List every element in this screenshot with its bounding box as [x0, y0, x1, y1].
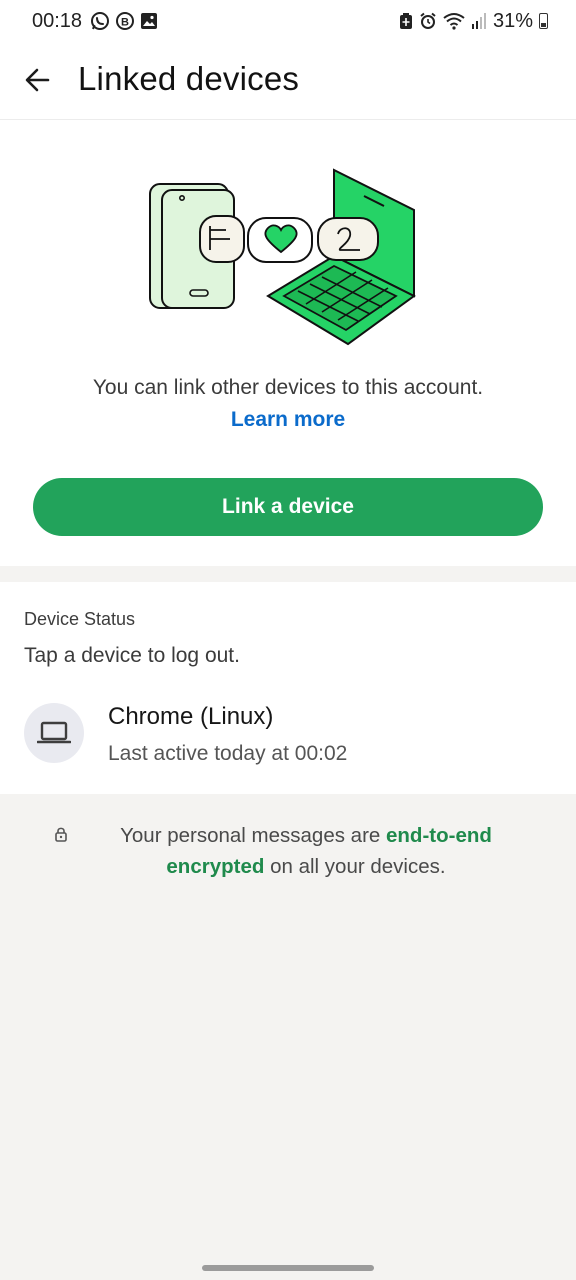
link-description: You can link other devices to this accou… [92, 376, 484, 399]
encryption-notice: Your personal messages are end-to-end en… [84, 820, 528, 882]
wifi-icon [443, 13, 465, 30]
learn-more-link[interactable]: Learn more [0, 408, 576, 432]
signal-icon [471, 13, 486, 29]
device-status-title: Device Status [24, 609, 136, 629]
whatsapp-icon [91, 12, 109, 30]
battery-saver-icon [399, 13, 412, 29]
laptop-icon [37, 721, 71, 744]
link-device-button[interactable]: Link a device [33, 478, 543, 536]
device-avatar [24, 703, 84, 763]
notification-icons: B [90, 10, 158, 32]
device-last-active: Last active today at 00:02 [108, 742, 348, 765]
battery-percent: 31% [492, 9, 533, 32]
business-icon: B [116, 12, 134, 30]
alarm-icon [420, 12, 436, 29]
encryption-suffix: on all your devices. [264, 855, 446, 878]
svg-text:B: B [121, 17, 129, 29]
arrow-left-icon[interactable] [20, 62, 56, 98]
status-time: 00:18 [32, 10, 83, 32]
section-divider [0, 566, 576, 582]
linked-devices-illustration [149, 168, 416, 346]
app-bar: Linked devices [0, 44, 576, 120]
status-bar: 00:18 B 31% [0, 0, 576, 44]
gallery-icon [141, 13, 157, 29]
device-name: Chrome (Linux) [108, 703, 274, 730]
page-title: Linked devices [78, 60, 300, 97]
encryption-prefix: Your personal messages are [120, 824, 386, 847]
system-icons: 31% [399, 10, 548, 32]
device-status-hint: Tap a device to log out. [24, 644, 240, 667]
home-indicator[interactable] [202, 1265, 374, 1271]
lock-icon [55, 827, 67, 842]
battery-icon [539, 13, 548, 29]
device-item-chrome-linux[interactable]: Chrome (Linux) Last active today at 00:0… [0, 690, 576, 786]
